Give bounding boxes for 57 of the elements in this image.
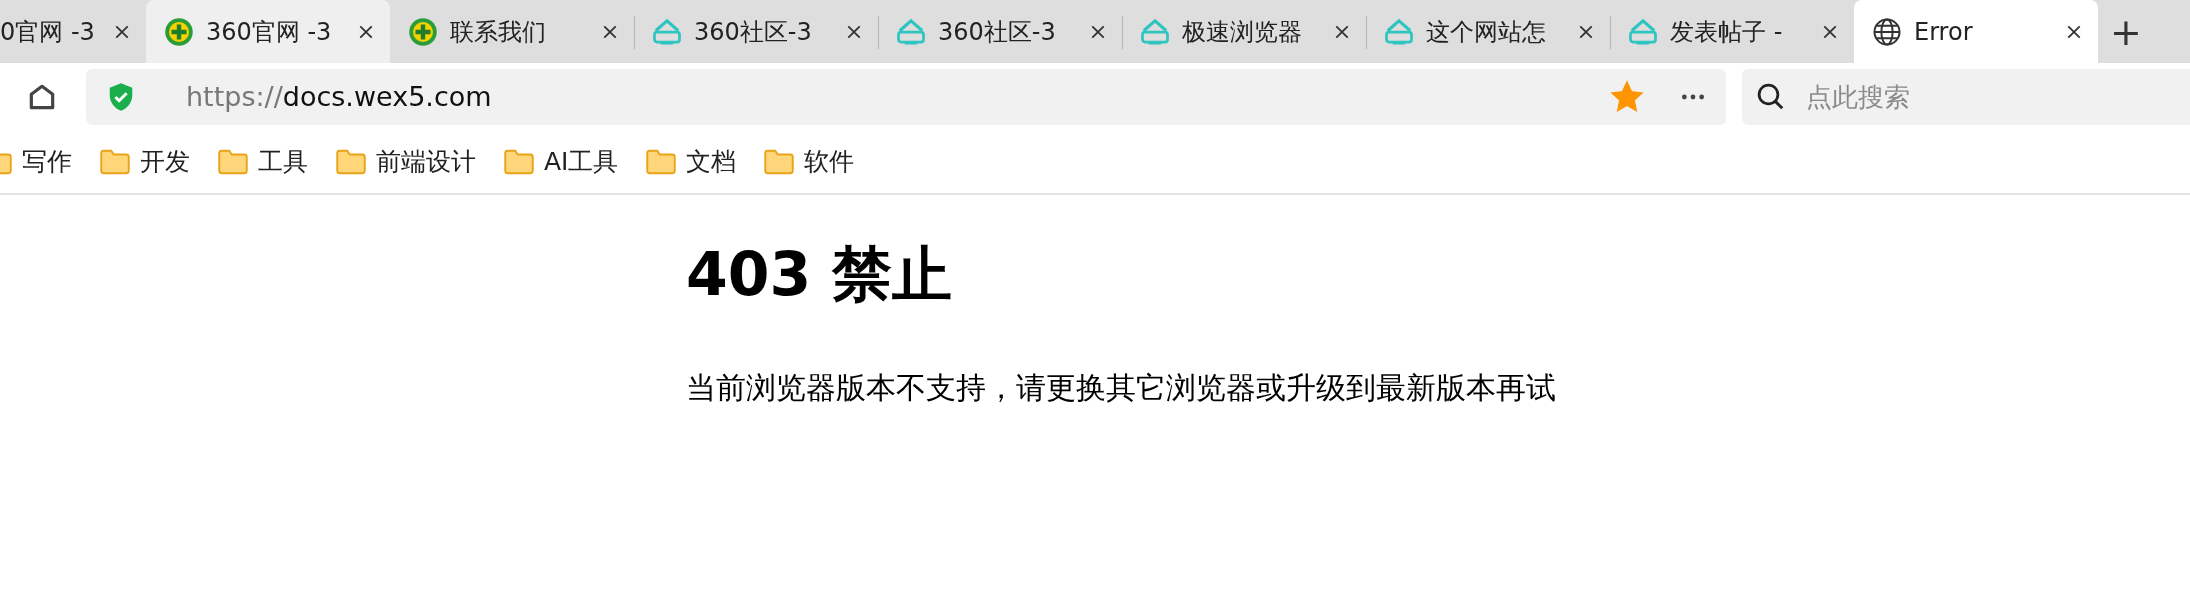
folder-icon <box>646 148 677 175</box>
bookmark-link[interactable]: 软件 <box>804 145 855 178</box>
browser-tab[interactable]: 360社区-3 <box>878 0 1122 63</box>
browser-tab[interactable]: Error <box>1854 0 2098 63</box>
bookmark-link[interactable]: AI工具 <box>544 145 619 178</box>
folder-icon <box>764 148 795 175</box>
close-icon[interactable] <box>2066 23 2082 40</box>
tab-title: 360官网 -3 <box>206 16 333 48</box>
tab-title: 360社区-3 <box>938 16 1057 48</box>
close-icon[interactable] <box>1334 23 1350 40</box>
plus-logo-icon <box>408 16 438 47</box>
tab-title: 联系我们 <box>450 16 547 48</box>
house-logo-icon <box>1384 16 1414 47</box>
error-message: 当前浏览器版本不支持，请更换其它浏览器或升级到最新版本再试 <box>686 369 1557 407</box>
close-icon[interactable] <box>1822 23 1838 40</box>
url-text: https://docs.wex5.com <box>186 81 493 112</box>
browser-tab[interactable]: 360社区-3 <box>634 0 878 63</box>
house-logo-icon <box>1628 16 1658 47</box>
address-bar[interactable]: https://docs.wex5.com <box>86 68 1726 125</box>
browser-tab[interactable]: 360官网 -3 <box>146 0 390 63</box>
folder-icon <box>504 148 534 175</box>
house-logo-icon <box>896 16 926 47</box>
bookmark-link[interactable]: 开发 <box>140 145 190 178</box>
new-tab-button[interactable]: + <box>2098 0 2154 63</box>
search-field[interactable]: 点此搜索 <box>1742 68 2190 125</box>
more-icon[interactable] <box>1680 92 1706 101</box>
folder-icon <box>100 148 130 175</box>
close-icon[interactable] <box>1090 23 1106 40</box>
tab-title: 这个网站怎 <box>1426 16 1547 48</box>
tab-title: Error <box>1914 17 1974 46</box>
close-icon[interactable] <box>114 23 130 40</box>
browser-tab[interactable]: 发表帖子 - <box>1610 0 1854 63</box>
browser-tab[interactable]: 极速浏览器 <box>1122 0 1366 63</box>
house-logo-icon <box>652 16 682 47</box>
bookmark-link[interactable]: 前端设计 <box>376 145 476 178</box>
bookmark-link[interactable]: 文档 <box>686 145 737 178</box>
tab-title: 极速浏览器 <box>1182 16 1303 48</box>
folder-icon <box>336 148 366 175</box>
close-icon[interactable] <box>602 23 618 40</box>
close-icon[interactable] <box>846 23 862 40</box>
browser-tab[interactable]: 0官网 -3 <box>0 0 146 63</box>
folder-icon <box>218 148 248 175</box>
browser-tab[interactable]: 这个网站怎 <box>1366 0 1610 63</box>
browser-tab[interactable]: 联系我们 <box>390 0 634 63</box>
star-icon[interactable] <box>1610 79 1644 114</box>
bookmark-link[interactable]: 写作 <box>22 145 72 178</box>
tab-title: 0官网 -3 <box>0 16 96 48</box>
bookmark-link[interactable]: 工具 <box>258 145 308 178</box>
tab-title: 360社区-3 <box>694 16 813 48</box>
tab-title: 发表帖子 - <box>1670 16 1784 48</box>
close-icon[interactable] <box>358 23 374 40</box>
house-logo-icon <box>1140 16 1170 47</box>
plus-logo-icon <box>164 16 194 47</box>
close-icon[interactable] <box>1578 23 1594 40</box>
globe-icon <box>1872 16 1902 47</box>
page-heading: 403 禁止 <box>686 238 954 311</box>
search-icon <box>1756 81 1786 112</box>
